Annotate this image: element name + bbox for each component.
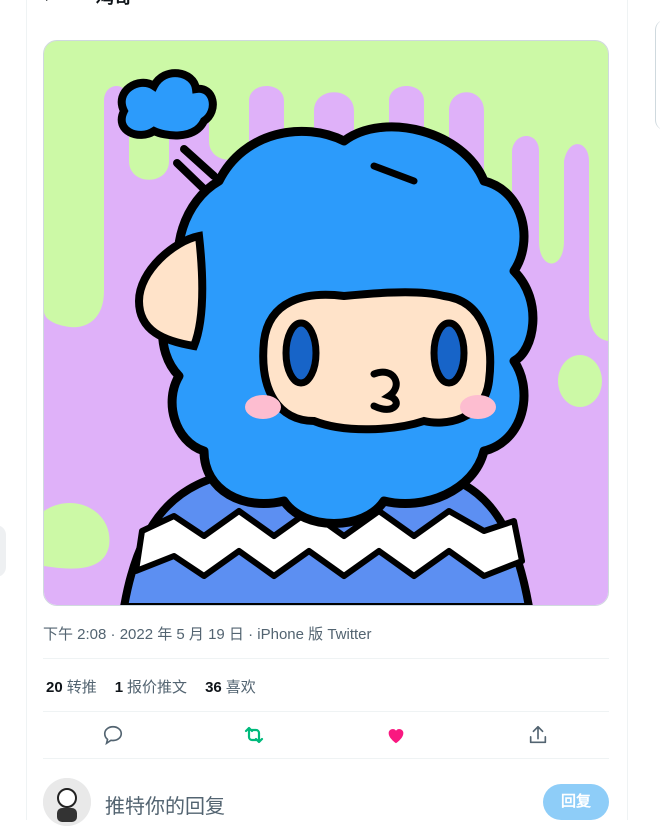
stat-retweets[interactable]: 20 转推: [46, 676, 97, 697]
stat-quotes[interactable]: 1 报价推文: [115, 676, 187, 697]
right-sidebar-edge: [655, 20, 660, 130]
tweet-stats: 20 转推 1 报价推文 36 喜欢: [46, 676, 256, 697]
reply-composer: 推特你的回复 回复: [43, 776, 609, 826]
retweet-icon[interactable]: [241, 722, 267, 748]
tweet-image[interactable]: [43, 40, 609, 606]
tweet-source[interactable]: iPhone 版 Twitter: [257, 626, 371, 643]
heart-icon[interactable]: [383, 722, 409, 748]
stat-likes[interactable]: 36 喜欢: [205, 676, 256, 697]
tweet-meta: 下午 2:08 · 2022 年 5 月 19 日 · iPhone 版 Twi…: [43, 623, 372, 644]
divider: [43, 758, 609, 759]
stat-retweets-count: 20: [46, 679, 63, 696]
avatar-illustration: [44, 41, 608, 605]
reply-button[interactable]: 回复: [543, 784, 609, 820]
stat-quotes-label: 报价推文: [127, 679, 188, 696]
stat-likes-count: 36: [205, 679, 222, 696]
tweet-timestamp[interactable]: 下午 2:08 · 2022 年 5 月 19 日: [43, 626, 244, 643]
page-header: ← 鸡哥: [40, 0, 132, 8]
stat-likes-label: 喜欢: [225, 679, 256, 696]
stat-quotes-count: 1: [114, 679, 124, 696]
divider: [43, 658, 609, 659]
stat-retweets-label: 转推: [66, 679, 97, 696]
arrow-left-icon[interactable]: ←: [40, 0, 64, 8]
reply-input[interactable]: 推特你的回复: [105, 790, 225, 819]
divider: [43, 711, 609, 712]
comment-icon[interactable]: [100, 722, 126, 748]
avatar[interactable]: [43, 778, 91, 826]
page-title: 鸡哥: [96, 0, 132, 9]
tweet-actions: [43, 720, 609, 750]
meta-separator: ·: [243, 626, 258, 643]
share-icon[interactable]: [525, 722, 551, 748]
left-edge-tab: [0, 525, 6, 577]
